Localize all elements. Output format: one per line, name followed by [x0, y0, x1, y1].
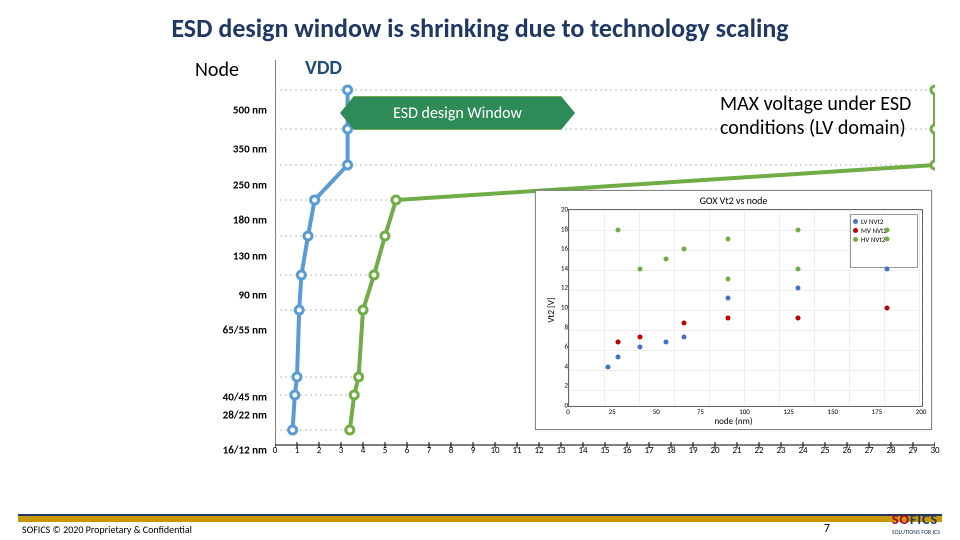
x-tick-label: 21: [732, 445, 741, 456]
x-tick-label: 8: [449, 445, 454, 456]
inset-point: [884, 306, 889, 311]
inset-point: [725, 276, 730, 281]
inset-point: [637, 266, 642, 271]
node-label: 130 nm: [233, 250, 267, 263]
x-tick-label: 25: [820, 445, 829, 456]
footer: SOFICS © 2020 Proprietary & Confidential…: [0, 508, 960, 540]
x-tick-label: 2: [317, 445, 322, 456]
node-label: 40/45 nm: [223, 391, 267, 404]
x-tick-label: 13: [556, 445, 565, 456]
x-tick-label: 0: [273, 445, 278, 456]
node-header: Node: [195, 58, 239, 82]
node-label: 500 nm: [233, 104, 267, 117]
esd-window-label: ESD design Window: [354, 96, 561, 130]
inset-point: [681, 320, 686, 325]
inset-point: [664, 340, 669, 345]
x-tick-label: 4: [361, 445, 366, 456]
inset-point: [664, 257, 669, 262]
inset-point: [725, 315, 730, 320]
inset-point: [616, 227, 621, 232]
node-label: 250 nm: [233, 179, 267, 192]
x-tick-label: 30: [930, 445, 939, 456]
node-label: 16/12 nm: [223, 444, 267, 457]
node-label: 65/55 nm: [223, 324, 267, 337]
x-tick-label: 11: [512, 445, 521, 456]
inset-point: [681, 247, 686, 252]
x-axis-ticks: 0123456789101112131415161718192021222324…: [275, 445, 935, 465]
x-tick-label: 3: [339, 445, 344, 456]
inset-point: [616, 355, 621, 360]
x-tick-label: 16: [622, 445, 631, 456]
x-tick-label: 7: [427, 445, 432, 456]
inset-point: [796, 315, 801, 320]
inset-point: [884, 227, 889, 232]
node-label: 28/22 nm: [223, 409, 267, 422]
inset-point: [637, 345, 642, 350]
x-tick-label: 29: [908, 445, 917, 456]
node-label: 90 nm: [239, 289, 268, 302]
annotation-max-voltage: MAX voltage under ESD conditions (LV dom…: [720, 92, 930, 140]
inset-title: GOX Vt2 vs node: [536, 194, 931, 207]
inset-point: [884, 237, 889, 242]
inset-point: [725, 296, 730, 301]
inset-point: [796, 227, 801, 232]
node-label: 350 nm: [233, 143, 267, 156]
slide-title: ESD design window is shrinking due to te…: [0, 12, 960, 44]
x-tick-label: 12: [534, 445, 543, 456]
inset-point: [637, 335, 642, 340]
inset-point: [616, 340, 621, 345]
node-label: 180 nm: [233, 214, 267, 227]
sofics-logo: SOFICS SOLUTIONS FOR ICS: [892, 511, 940, 536]
x-tick-label: 15: [600, 445, 609, 456]
inset-point: [681, 335, 686, 340]
x-tick-label: 17: [644, 445, 653, 456]
x-tick-label: 22: [754, 445, 763, 456]
x-tick-label: 24: [798, 445, 807, 456]
x-tick-label: 19: [688, 445, 697, 456]
inset-point: [725, 237, 730, 242]
inset-point: [605, 364, 610, 369]
inset-point: [884, 266, 889, 271]
x-tick-label: 20: [710, 445, 719, 456]
x-tick-label: 18: [666, 445, 675, 456]
slide-number: 7: [824, 522, 830, 536]
x-tick-label: 23: [776, 445, 785, 456]
x-tick-label: 1: [295, 445, 300, 456]
x-tick-label: 6: [405, 445, 410, 456]
inset-point: [796, 286, 801, 291]
x-tick-label: 5: [383, 445, 388, 456]
x-tick-label: 26: [842, 445, 851, 456]
inset-xlabel: node (nm): [536, 416, 931, 427]
x-tick-label: 9: [471, 445, 476, 456]
esd-window-arrow: ESD design Window: [340, 96, 575, 130]
x-tick-label: 10: [490, 445, 499, 456]
x-tick-label: 28: [886, 445, 895, 456]
x-tick-label: 14: [578, 445, 587, 456]
footer-text: SOFICS © 2020 Proprietary & Confidential: [22, 523, 192, 536]
legend-item: LV NVt2: [853, 217, 915, 226]
x-tick-label: 27: [864, 445, 873, 456]
inset-chart: GOX Vt2 vs node Vt2 [V] node (nm) 024681…: [535, 190, 932, 430]
inset-point: [796, 266, 801, 271]
